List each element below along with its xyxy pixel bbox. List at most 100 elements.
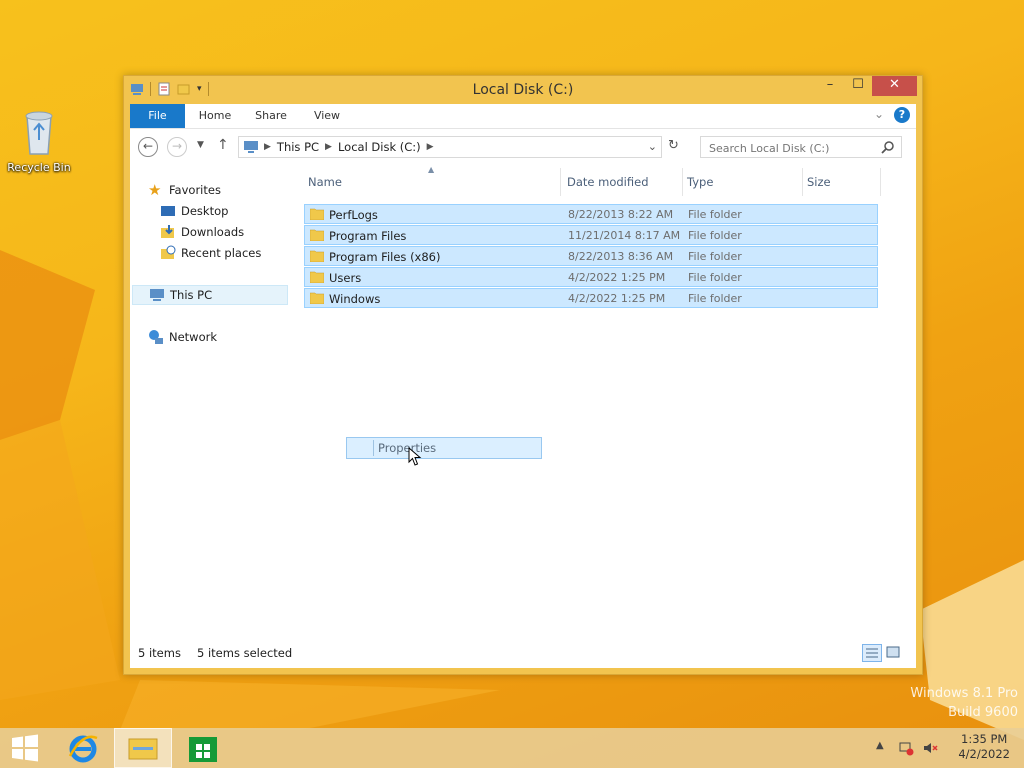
file-date: 8/22/2013 8:36 AM	[568, 250, 674, 263]
breadcrumb-this-pc[interactable]: This PC	[277, 140, 319, 154]
table-row[interactable]: Windows 4/2/2022 1:25 PM File folder	[304, 288, 878, 308]
maximize-button[interactable]: ☐	[844, 76, 872, 96]
windows-watermark: Windows 8.1 Pro Build 9600	[910, 684, 1018, 722]
nav-network-label: Network	[169, 330, 218, 344]
nav-recent-label: Recent places	[181, 246, 262, 260]
file-date: 4/2/2022 1:25 PM	[568, 271, 666, 284]
column-header-name[interactable]: Name	[304, 168, 561, 196]
window-body: File Home Share View ⌄ ? ← → ▼ ↑ ▶ This …	[130, 104, 916, 668]
window-title: Local Disk (C:)	[472, 82, 574, 98]
this-pc-icon	[244, 141, 258, 153]
internet-explorer-icon	[68, 735, 98, 763]
breadcrumb-chevron-icon[interactable]: ▶	[264, 142, 271, 152]
nav-network[interactable]: Network	[148, 327, 217, 347]
column-header-date[interactable]: Date modified	[563, 168, 683, 196]
file-type: File folder	[688, 229, 742, 242]
folder-icon	[310, 292, 324, 304]
table-row[interactable]: PerfLogs 8/22/2013 8:22 AM File folder	[304, 204, 878, 224]
folder-icon	[310, 271, 324, 283]
tab-share[interactable]: Share	[248, 104, 294, 128]
tab-file[interactable]: File	[130, 104, 185, 128]
expand-ribbon-icon[interactable]: ⌄	[874, 107, 884, 121]
selected-count: 5 items selected	[197, 646, 293, 660]
tab-home[interactable]: Home	[192, 104, 238, 128]
file-rows: PerfLogs 8/22/2013 8:22 AM File folder P…	[304, 204, 878, 309]
recycle-bin-label: Recycle Bin	[7, 161, 71, 174]
file-name: PerfLogs	[329, 208, 378, 222]
breadcrumb-chevron-icon[interactable]: ▶	[427, 142, 434, 152]
taskbar-file-explorer[interactable]	[114, 728, 172, 768]
nav-downloads[interactable]: Downloads	[160, 222, 244, 242]
file-type: File folder	[688, 271, 742, 284]
tab-view[interactable]: View	[304, 104, 350, 128]
this-pc-icon	[150, 289, 164, 301]
column-header-type[interactable]: Type	[683, 168, 803, 196]
file-name: Program Files (x86)	[329, 250, 441, 264]
search-input[interactable]	[707, 138, 881, 158]
watermark-edition: Windows 8.1 Pro	[910, 686, 1018, 701]
nav-this-pc[interactable]: This PC	[132, 285, 288, 305]
table-row[interactable]: Users 4/2/2022 1:25 PM File folder	[304, 267, 878, 287]
nav-favorites-label: Favorites	[169, 183, 221, 197]
file-explorer-icon	[128, 738, 158, 760]
table-row[interactable]: Program Files (x86) 8/22/2013 8:36 AM Fi…	[304, 246, 878, 266]
ribbon-tabs: File Home Share View ⌄ ?	[130, 104, 916, 129]
show-hidden-icons[interactable]: ▲	[876, 740, 892, 756]
drag-preview: Properties	[346, 437, 542, 459]
network-status-icon[interactable]	[898, 740, 914, 756]
refresh-icon[interactable]: ↻	[668, 138, 679, 153]
volume-muted-icon[interactable]	[922, 740, 938, 756]
system-clock[interactable]: 1:35 PM 4/2/2022	[958, 732, 1010, 762]
address-bar[interactable]: ▶ This PC ▶ Local Disk (C:) ▶ ⌄	[238, 136, 662, 158]
file-type: File folder	[688, 250, 742, 263]
address-dropdown-icon[interactable]: ⌄	[648, 140, 657, 153]
recent-places-icon	[161, 245, 176, 259]
network-icon	[149, 330, 163, 344]
nav-favorites[interactable]: ★ Favorites	[148, 180, 221, 200]
title-bar[interactable]: ▾ Local Disk (C:) – ☐ ✕	[124, 76, 922, 104]
column-header-size[interactable]: Size	[803, 168, 881, 196]
nav-this-pc-label: This PC	[170, 288, 213, 302]
large-icons-view-button[interactable]	[884, 644, 904, 662]
file-explorer-window: ▾ Local Disk (C:) – ☐ ✕ File Home Share …	[123, 75, 923, 675]
breadcrumb-chevron-icon[interactable]: ▶	[325, 142, 332, 152]
status-bar: 5 items 5 items selected	[130, 638, 916, 668]
minimize-button[interactable]: –	[816, 76, 844, 96]
file-date: 4/2/2022 1:25 PM	[568, 292, 666, 305]
drag-preview-icon	[351, 440, 374, 456]
store-icon	[189, 737, 217, 762]
desktop-icon	[161, 206, 175, 216]
recent-locations-icon[interactable]: ▼	[197, 140, 204, 150]
file-name: Program Files	[329, 229, 407, 243]
details-view-button[interactable]	[862, 644, 882, 662]
clock-date: 4/2/2022	[958, 747, 1010, 761]
nav-downloads-label: Downloads	[181, 225, 245, 239]
breadcrumb-local-disk[interactable]: Local Disk (C:)	[338, 140, 421, 154]
file-list: ▲ Name Date modified Type Size PerfLogs …	[304, 165, 916, 638]
watermark-build: Build 9600	[948, 705, 1018, 720]
file-name: Users	[329, 271, 362, 285]
start-button[interactable]	[0, 728, 50, 768]
nav-desktop[interactable]: Desktop	[160, 201, 228, 221]
help-icon[interactable]: ?	[894, 107, 910, 123]
taskbar-internet-explorer[interactable]	[54, 728, 112, 768]
navigation-pane: ★ Favorites Desktop Downloads Recent pla…	[130, 168, 292, 638]
back-button[interactable]: ←	[138, 137, 158, 157]
recycle-bin-icon	[25, 111, 53, 155]
close-button[interactable]: ✕	[872, 76, 917, 96]
table-row[interactable]: Program Files 11/21/2014 8:17 AM File fo…	[304, 225, 878, 245]
forward-button[interactable]: →	[167, 137, 187, 157]
search-icon[interactable]	[881, 140, 895, 154]
downloads-icon	[161, 225, 174, 238]
recycle-bin-shortcut[interactable]: Recycle Bin	[6, 108, 72, 174]
search-box[interactable]	[700, 136, 902, 158]
navigation-bar: ← → ▼ ↑ ▶ This PC ▶ Local Disk (C:) ▶ ⌄ …	[130, 134, 916, 160]
file-date: 11/21/2014 8:17 AM	[568, 229, 681, 242]
up-button[interactable]: ↑	[217, 137, 229, 153]
taskbar-store[interactable]	[174, 728, 232, 768]
item-count: 5 items	[138, 646, 181, 660]
file-name: Windows	[329, 292, 381, 306]
star-icon: ★	[148, 181, 162, 199]
large-icons-view-icon	[886, 646, 900, 658]
nav-recent-places[interactable]: Recent places	[160, 243, 261, 263]
